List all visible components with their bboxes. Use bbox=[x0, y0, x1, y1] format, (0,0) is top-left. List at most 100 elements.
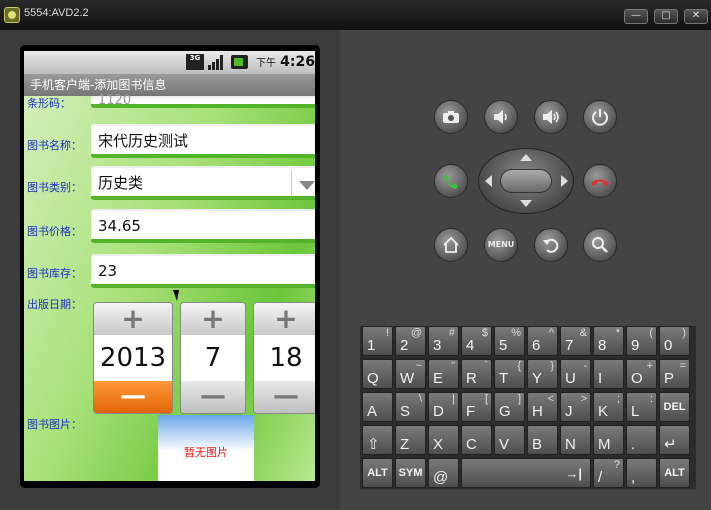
book-category-spinner[interactable]: 历史类 bbox=[91, 166, 315, 200]
key-alt-label: ? bbox=[613, 459, 620, 471]
search-button[interactable] bbox=[583, 228, 617, 262]
key-label: E bbox=[433, 370, 444, 387]
dpad-up-icon[interactable] bbox=[520, 154, 532, 161]
key-4-3[interactable]: →| bbox=[461, 458, 591, 488]
maximize-button[interactable]: □ bbox=[654, 9, 678, 24]
key-0-2[interactable]: 3 # bbox=[428, 326, 459, 356]
key-0-0[interactable]: 1! bbox=[362, 326, 393, 356]
key-3-1[interactable]: Z bbox=[395, 425, 426, 455]
year-decrement-button[interactable]: — bbox=[94, 381, 172, 413]
book-image-placeholder[interactable]: 暂无图片 bbox=[158, 415, 254, 481]
key-label: DEL bbox=[663, 401, 686, 413]
key-3-3[interactable]: C bbox=[461, 425, 492, 455]
book-stock-input[interactable]: 23 bbox=[91, 254, 315, 288]
day-value[interactable]: 18 bbox=[254, 335, 315, 381]
key-1-6[interactable]: U- bbox=[560, 359, 591, 389]
dpad-right-icon[interactable] bbox=[561, 175, 568, 187]
key-alt-label: } bbox=[550, 360, 554, 372]
key-3-6[interactable]: N bbox=[560, 425, 591, 455]
call-button[interactable] bbox=[434, 164, 468, 198]
day-increment-button[interactable]: + bbox=[254, 303, 315, 335]
month-value[interactable]: 7 bbox=[181, 335, 245, 381]
key-3-2[interactable]: X bbox=[428, 425, 459, 455]
search-icon bbox=[592, 237, 608, 253]
book-name-input[interactable]: 宋代历史测试 bbox=[91, 124, 315, 158]
key-alt-label: - bbox=[583, 360, 587, 372]
key-alt-label: ; bbox=[616, 393, 620, 405]
key-label: B bbox=[532, 436, 543, 453]
key-4-0[interactable]: ALT bbox=[362, 458, 393, 488]
key-label: ALT bbox=[367, 467, 388, 479]
key-1-4[interactable]: T{ bbox=[494, 359, 525, 389]
day-decrement-button[interactable]: — bbox=[254, 381, 315, 413]
key-0-5[interactable]: 6 ^ bbox=[527, 326, 558, 356]
key-1-1[interactable]: W ~ bbox=[395, 359, 426, 389]
key-1-8[interactable]: O + bbox=[626, 359, 657, 389]
menu-button[interactable]: MENU bbox=[484, 228, 518, 262]
dpad-left-icon[interactable] bbox=[485, 175, 492, 187]
key-2-4[interactable]: G] bbox=[494, 392, 525, 422]
key-3-4[interactable]: V bbox=[494, 425, 525, 455]
key-label: P bbox=[664, 370, 675, 387]
key-3-9[interactable]: ↵ bbox=[659, 425, 690, 455]
window-titlebar: 5554:AVD2.2 — □ ✕ bbox=[0, 0, 711, 30]
month-increment-button[interactable]: + bbox=[181, 303, 245, 335]
key-1-9[interactable]: P = bbox=[659, 359, 690, 389]
key-alt-label: \ bbox=[418, 393, 422, 405]
dpad-down-icon[interactable] bbox=[520, 200, 532, 207]
key-4-5[interactable]: , bbox=[626, 458, 657, 488]
key-1-3[interactable]: R ` bbox=[461, 359, 492, 389]
key-3-5[interactable]: B bbox=[527, 425, 558, 455]
power-button[interactable] bbox=[583, 100, 617, 134]
key-alt-label: [ bbox=[484, 393, 488, 405]
key-4-2[interactable]: @ bbox=[428, 458, 459, 488]
barcode-input[interactable]: 1120 bbox=[91, 94, 315, 108]
key-1-0[interactable]: Q bbox=[362, 359, 393, 389]
camera-button[interactable] bbox=[434, 100, 468, 134]
volume-down-button[interactable] bbox=[484, 100, 518, 134]
key-2-1[interactable]: S \ bbox=[395, 392, 426, 422]
key-1-2[interactable]: E " bbox=[428, 359, 459, 389]
key-2-3[interactable]: F[ bbox=[461, 392, 492, 422]
close-button[interactable]: ✕ bbox=[684, 9, 708, 24]
key-0-1[interactable]: 2 @ bbox=[395, 326, 426, 356]
key-alt-label: ^ bbox=[548, 327, 554, 339]
barcode-label: 条形码： bbox=[27, 97, 71, 110]
key-4-4[interactable]: /? bbox=[593, 458, 624, 488]
key-2-2[interactable]: D | bbox=[428, 392, 459, 422]
key-3-8[interactable]: . bbox=[626, 425, 657, 455]
month-decrement-button[interactable]: — bbox=[181, 381, 245, 413]
key-2-7[interactable]: K; bbox=[593, 392, 624, 422]
key-0-3[interactable]: 4 $ bbox=[461, 326, 492, 356]
home-button[interactable] bbox=[434, 228, 468, 262]
end-call-button[interactable] bbox=[583, 164, 617, 198]
key-3-0[interactable]: ⇧ bbox=[362, 425, 393, 455]
key-4-6[interactable]: ALT bbox=[659, 458, 690, 488]
key-4-1[interactable]: SYM bbox=[395, 458, 426, 488]
key-2-9[interactable]: DEL bbox=[659, 392, 690, 422]
key-alt-label: ) bbox=[682, 327, 686, 339]
volume-up-button[interactable] bbox=[534, 100, 568, 134]
dpad-center-button[interactable] bbox=[500, 169, 552, 193]
back-button[interactable] bbox=[534, 228, 568, 262]
key-label: @ bbox=[433, 469, 449, 486]
year-increment-button[interactable]: + bbox=[94, 303, 172, 335]
key-2-5[interactable]: H < bbox=[527, 392, 558, 422]
dropdown-arrow-icon[interactable] bbox=[291, 170, 315, 196]
book-price-input[interactable]: 34.65 bbox=[91, 209, 315, 243]
key-2-6[interactable]: J > bbox=[560, 392, 591, 422]
key-2-8[interactable]: L: bbox=[626, 392, 657, 422]
year-value[interactable]: 2013 bbox=[94, 335, 172, 381]
key-0-6[interactable]: 7 & bbox=[560, 326, 591, 356]
key-0-4[interactable]: 5% bbox=[494, 326, 525, 356]
key-0-9[interactable]: 0) bbox=[659, 326, 690, 356]
key-1-5[interactable]: Y} bbox=[527, 359, 558, 389]
key-1-7[interactable]: I bbox=[593, 359, 624, 389]
key-0-8[interactable]: 9( bbox=[626, 326, 657, 356]
key-0-7[interactable]: 8 * bbox=[593, 326, 624, 356]
key-3-7[interactable]: M bbox=[593, 425, 624, 455]
minimize-button[interactable]: — bbox=[624, 9, 648, 24]
key-2-0[interactable]: A bbox=[362, 392, 393, 422]
key-label: 5 bbox=[499, 337, 508, 354]
key-label: , bbox=[631, 469, 636, 486]
